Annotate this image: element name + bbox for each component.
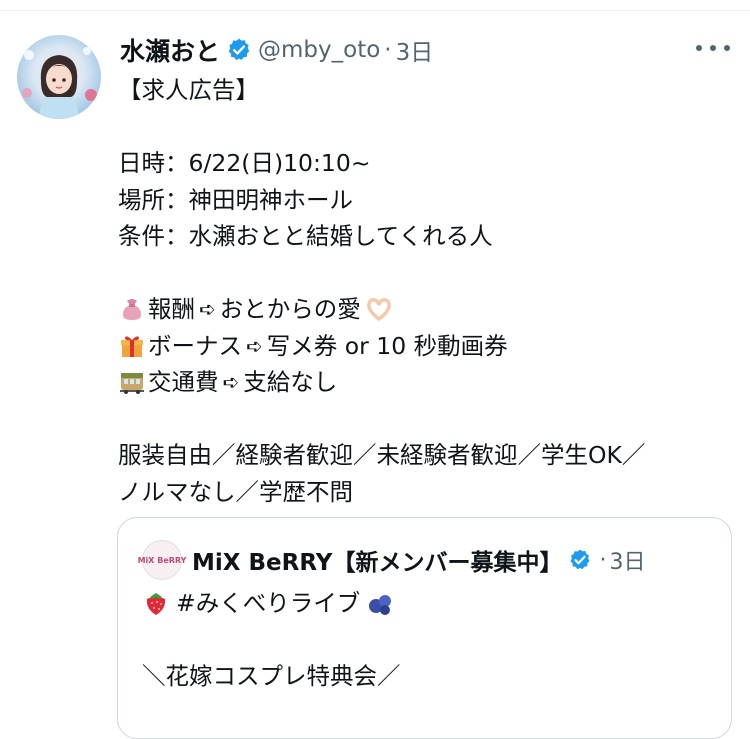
quoted-line-hashtag: #みくべりライブ bbox=[142, 585, 712, 622]
tweet-line: 服装自由／経験者歓迎／未経験者歓迎／学生OK／ bbox=[118, 441, 646, 469]
transport-line: 交通費 ➪ 支給なし bbox=[118, 364, 738, 401]
arrow-glyph: ➪ bbox=[199, 297, 216, 321]
tweet-body: 【求人広告】 日時：6/22(日)10:10~ 場所：神田明神ホール 条件：水瀬… bbox=[118, 72, 738, 510]
quoted-line: ＼花嫁コスプレ特典会／ bbox=[142, 662, 401, 690]
transport-label: 交通費 bbox=[148, 368, 219, 396]
avatar-image bbox=[22, 47, 97, 119]
quoted-author-avatar[interactable]: MiX BeRRY bbox=[138, 540, 186, 580]
quoted-tweet-body: #みくべりライブ ＼花嫁コスプレ特典会／ bbox=[142, 585, 712, 695]
quoted-tweet-header: MiX BeRRY MiX BeRRY【新メンバー募集中】 · 3日 bbox=[138, 540, 645, 580]
separator-dot: · bbox=[599, 547, 607, 573]
money-bag-icon bbox=[118, 295, 146, 323]
hashtag-text[interactable]: #みくべりライブ bbox=[176, 585, 360, 622]
author-handle[interactable]: @mby_oto bbox=[258, 37, 380, 63]
quoted-author-name[interactable]: MiX BeRRY【新メンバー募集中】 bbox=[192, 543, 562, 577]
arrow-glyph: ➪ bbox=[222, 370, 240, 394]
transport-value: 支給なし bbox=[243, 368, 338, 396]
separator-dot: · bbox=[384, 37, 392, 63]
author-name[interactable]: 水瀬おと bbox=[120, 32, 220, 68]
reward-label: 報酬 bbox=[148, 295, 195, 323]
bonus-line: ボーナス ➪ 写メ券 or 10 秒動画券 bbox=[118, 328, 738, 365]
more-dot bbox=[710, 45, 716, 51]
arrow-glyph: ➪ bbox=[246, 333, 263, 358]
top-divider bbox=[0, 10, 750, 11]
bonus-value: 写メ券 or 10 秒動画券 bbox=[266, 331, 508, 360]
more-options-icon[interactable] bbox=[696, 33, 730, 63]
reward-value: おとからの愛 bbox=[219, 295, 361, 323]
tweet-timestamp[interactable]: 3日 bbox=[396, 33, 434, 67]
quoted-tweet-timestamp[interactable]: 3日 bbox=[609, 544, 645, 576]
reward-line: 報酬 ➪ おとからの愛 bbox=[118, 291, 738, 328]
verified-badge-icon bbox=[226, 37, 252, 63]
heart-hands-icon bbox=[365, 295, 393, 323]
quoted-tweet-card[interactable]: MiX BeRRY MiX BeRRY【新メンバー募集中】 · 3日 #みくべり… bbox=[117, 517, 732, 739]
tweet-line: 条件：水瀬おとと結婚してくれる人 bbox=[118, 222, 493, 250]
author-avatar[interactable] bbox=[17, 35, 101, 119]
bonus-label: ボーナス bbox=[148, 331, 242, 360]
more-dot bbox=[724, 45, 730, 51]
gift-icon bbox=[118, 332, 146, 360]
verified-badge-icon bbox=[568, 548, 592, 572]
tweet-line: 【求人広告】 bbox=[118, 76, 259, 104]
tweet-line: 場所：神田明神ホール bbox=[118, 185, 353, 214]
train-icon bbox=[118, 368, 146, 396]
tweet-header: 水瀬おと @mby_oto · 3日 bbox=[120, 30, 433, 70]
strawberry-icon bbox=[142, 589, 170, 617]
blueberries-icon bbox=[366, 589, 394, 617]
quoted-line-blank bbox=[142, 622, 712, 659]
tweet-line: 日時：6/22(日)10:10~ bbox=[118, 149, 371, 177]
tweet-line: ノルマなし／学歴不問 bbox=[118, 477, 353, 506]
more-dot bbox=[696, 45, 702, 51]
